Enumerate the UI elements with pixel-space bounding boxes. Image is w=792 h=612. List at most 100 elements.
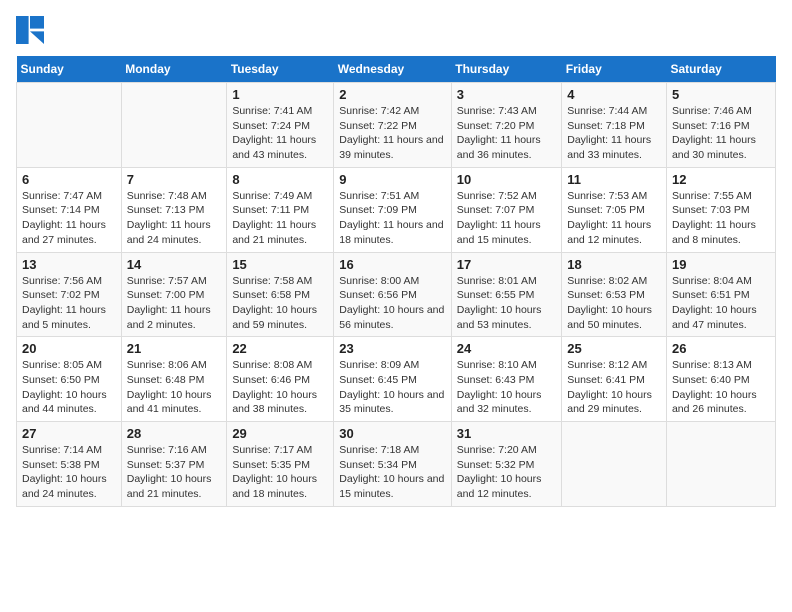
day-number: 22: [232, 341, 328, 356]
day-number: 30: [339, 426, 446, 441]
column-header-thursday: Thursday: [451, 56, 561, 83]
calendar-cell: 23Sunrise: 8:09 AM Sunset: 6:45 PM Dayli…: [334, 337, 452, 422]
day-number: 14: [127, 257, 222, 272]
day-info: Sunrise: 7:43 AM Sunset: 7:20 PM Dayligh…: [457, 104, 556, 163]
calendar-week-row: 20Sunrise: 8:05 AM Sunset: 6:50 PM Dayli…: [17, 337, 776, 422]
calendar-week-row: 6 Sunrise: 7:47 AM Sunset: 7:14 PM Daylig…: [17, 167, 776, 252]
day-info: Sunrise: 8:09 AM Sunset: 6:45 PM Dayligh…: [339, 358, 446, 417]
calendar-cell: 25Sunrise: 8:12 AM Sunset: 6:41 PM Dayli…: [562, 337, 667, 422]
day-number: 13: [22, 257, 116, 272]
calendar-cell: [666, 422, 775, 507]
column-header-friday: Friday: [562, 56, 667, 83]
day-number: 25: [567, 341, 661, 356]
calendar-cell: 15 Sunrise: 7:58 AM Sunset: 6:58 PM Dayli…: [227, 252, 334, 337]
day-number: 18: [567, 257, 661, 272]
day-info: Sunrise: 7:47 AM Sunset: 7:14 PM Dayligh…: [22, 189, 116, 248]
day-info: Sunrise: 7:51 AM Sunset: 7:09 PM Dayligh…: [339, 189, 446, 248]
page-header: [16, 16, 776, 44]
calendar-table: SundayMondayTuesdayWednesdayThursdayFrid…: [16, 56, 776, 507]
day-info: Sunrise: 7:20 AM Sunset: 5:32 PM Dayligh…: [457, 443, 556, 502]
day-number: 2: [339, 87, 446, 102]
calendar-cell: 24 Sunrise: 8:10 AM Sunset: 6:43 PM Dayli…: [451, 337, 561, 422]
day-info: Sunrise: 7:17 AM Sunset: 5:35 PM Dayligh…: [232, 443, 328, 502]
day-number: 16: [339, 257, 446, 272]
calendar-cell: 29 Sunrise: 7:17 AM Sunset: 5:35 PM Dayli…: [227, 422, 334, 507]
calendar-cell: 28 Sunrise: 7:16 AM Sunset: 5:37 PM Dayli…: [121, 422, 227, 507]
calendar-header-row: SundayMondayTuesdayWednesdayThursdayFrid…: [17, 56, 776, 83]
column-header-monday: Monday: [121, 56, 227, 83]
day-info: Sunrise: 7:18 AM Sunset: 5:34 PM Dayligh…: [339, 443, 446, 502]
calendar-week-row: 1 Sunrise: 7:41 AM Sunset: 7:24 PM Daylig…: [17, 83, 776, 168]
day-info: Sunrise: 7:42 AM Sunset: 7:22 PM Dayligh…: [339, 104, 446, 163]
day-number: 4: [567, 87, 661, 102]
day-number: 1: [232, 87, 328, 102]
calendar-cell: 10 Sunrise: 7:52 AM Sunset: 7:07 PM Dayli…: [451, 167, 561, 252]
day-info: Sunrise: 7:53 AM Sunset: 7:05 PM Dayligh…: [567, 189, 661, 248]
calendar-cell: 26Sunrise: 8:13 AM Sunset: 6:40 PM Dayli…: [666, 337, 775, 422]
day-info: Sunrise: 7:14 AM Sunset: 5:38 PM Dayligh…: [22, 443, 116, 502]
column-header-sunday: Sunday: [17, 56, 122, 83]
day-info: Sunrise: 7:44 AM Sunset: 7:18 PM Dayligh…: [567, 104, 661, 163]
day-number: 27: [22, 426, 116, 441]
day-number: 6: [22, 172, 116, 187]
calendar-cell: 22Sunrise: 8:08 AM Sunset: 6:46 PM Dayli…: [227, 337, 334, 422]
day-info: Sunrise: 8:00 AM Sunset: 6:56 PM Dayligh…: [339, 274, 446, 333]
day-number: 17: [457, 257, 556, 272]
day-number: 15: [232, 257, 328, 272]
day-number: 7: [127, 172, 222, 187]
day-number: 11: [567, 172, 661, 187]
calendar-cell: 8 Sunrise: 7:49 AM Sunset: 7:11 PM Daylig…: [227, 167, 334, 252]
calendar-cell: 1 Sunrise: 7:41 AM Sunset: 7:24 PM Daylig…: [227, 83, 334, 168]
day-info: Sunrise: 7:57 AM Sunset: 7:00 PM Dayligh…: [127, 274, 222, 333]
calendar-cell: 11 Sunrise: 7:53 AM Sunset: 7:05 PM Dayli…: [562, 167, 667, 252]
day-info: Sunrise: 7:49 AM Sunset: 7:11 PM Dayligh…: [232, 189, 328, 248]
calendar-cell: 20Sunrise: 8:05 AM Sunset: 6:50 PM Dayli…: [17, 337, 122, 422]
day-number: 5: [672, 87, 770, 102]
day-info: Sunrise: 7:48 AM Sunset: 7:13 PM Dayligh…: [127, 189, 222, 248]
logo: [16, 16, 48, 44]
day-info: Sunrise: 8:06 AM Sunset: 6:48 PM Dayligh…: [127, 358, 222, 417]
day-info: Sunrise: 7:16 AM Sunset: 5:37 PM Dayligh…: [127, 443, 222, 502]
day-info: Sunrise: 7:55 AM Sunset: 7:03 PM Dayligh…: [672, 189, 770, 248]
calendar-cell: 21 Sunrise: 8:06 AM Sunset: 6:48 PM Dayli…: [121, 337, 227, 422]
day-info: Sunrise: 7:52 AM Sunset: 7:07 PM Dayligh…: [457, 189, 556, 248]
day-number: 9: [339, 172, 446, 187]
day-info: Sunrise: 8:05 AM Sunset: 6:50 PM Dayligh…: [22, 358, 116, 417]
day-info: Sunrise: 8:10 AM Sunset: 6:43 PM Dayligh…: [457, 358, 556, 417]
calendar-cell: 2 Sunrise: 7:42 AM Sunset: 7:22 PM Daylig…: [334, 83, 452, 168]
calendar-cell: 30 Sunrise: 7:18 AM Sunset: 5:34 PM Dayli…: [334, 422, 452, 507]
calendar-cell: 17 Sunrise: 8:01 AM Sunset: 6:55 PM Dayli…: [451, 252, 561, 337]
calendar-cell: 3 Sunrise: 7:43 AM Sunset: 7:20 PM Daylig…: [451, 83, 561, 168]
day-info: Sunrise: 7:41 AM Sunset: 7:24 PM Dayligh…: [232, 104, 328, 163]
calendar-cell: 6 Sunrise: 7:47 AM Sunset: 7:14 PM Daylig…: [17, 167, 122, 252]
calendar-cell: [562, 422, 667, 507]
column-header-wednesday: Wednesday: [334, 56, 452, 83]
calendar-cell: 5Sunrise: 7:46 AM Sunset: 7:16 PM Daylig…: [666, 83, 775, 168]
calendar-cell: 31Sunrise: 7:20 AM Sunset: 5:32 PM Dayli…: [451, 422, 561, 507]
day-info: Sunrise: 7:58 AM Sunset: 6:58 PM Dayligh…: [232, 274, 328, 333]
calendar-cell: [17, 83, 122, 168]
day-number: 3: [457, 87, 556, 102]
day-number: 8: [232, 172, 328, 187]
day-number: 19: [672, 257, 770, 272]
day-number: 10: [457, 172, 556, 187]
calendar-cell: 4 Sunrise: 7:44 AM Sunset: 7:18 PM Daylig…: [562, 83, 667, 168]
day-number: 24: [457, 341, 556, 356]
calendar-cell: 19 Sunrise: 8:04 AM Sunset: 6:51 PM Dayli…: [666, 252, 775, 337]
calendar-cell: 18 Sunrise: 8:02 AM Sunset: 6:53 PM Dayli…: [562, 252, 667, 337]
logo-icon: [16, 16, 44, 44]
day-info: Sunrise: 8:13 AM Sunset: 6:40 PM Dayligh…: [672, 358, 770, 417]
day-number: 29: [232, 426, 328, 441]
day-info: Sunrise: 8:01 AM Sunset: 6:55 PM Dayligh…: [457, 274, 556, 333]
calendar-cell: 12Sunrise: 7:55 AM Sunset: 7:03 PM Dayli…: [666, 167, 775, 252]
column-header-saturday: Saturday: [666, 56, 775, 83]
calendar-cell: 27 Sunrise: 7:14 AM Sunset: 5:38 PM Dayli…: [17, 422, 122, 507]
calendar-cell: 13Sunrise: 7:56 AM Sunset: 7:02 PM Dayli…: [17, 252, 122, 337]
calendar-cell: 16 Sunrise: 8:00 AM Sunset: 6:56 PM Dayli…: [334, 252, 452, 337]
day-info: Sunrise: 8:04 AM Sunset: 6:51 PM Dayligh…: [672, 274, 770, 333]
day-info: Sunrise: 8:02 AM Sunset: 6:53 PM Dayligh…: [567, 274, 661, 333]
calendar-cell: [121, 83, 227, 168]
day-number: 21: [127, 341, 222, 356]
day-number: 28: [127, 426, 222, 441]
calendar-week-row: 27 Sunrise: 7:14 AM Sunset: 5:38 PM Dayli…: [17, 422, 776, 507]
